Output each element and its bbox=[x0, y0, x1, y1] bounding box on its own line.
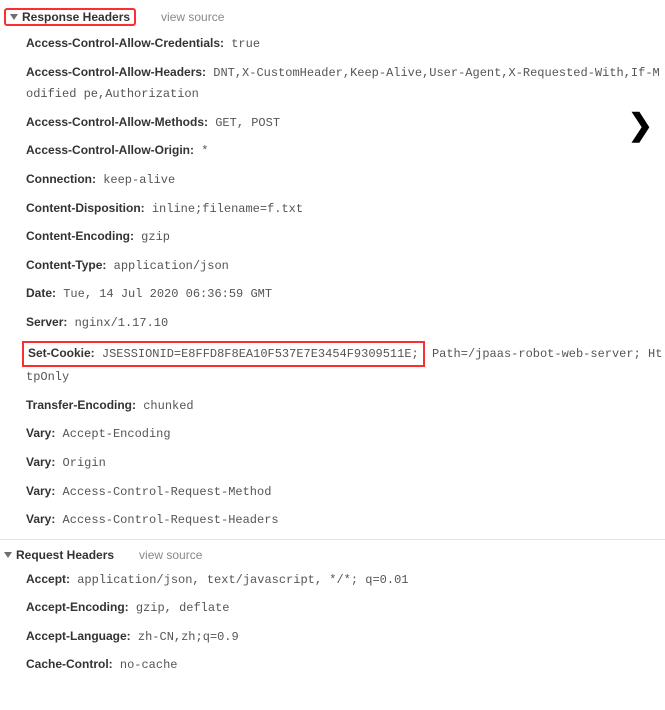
request-headers-header[interactable]: Request Headers view source bbox=[4, 546, 665, 566]
header-key: Server: bbox=[26, 315, 67, 329]
header-line: Server: nginx/1.17.10 bbox=[4, 309, 665, 338]
header-line: Vary: Access-Control-Request-Method bbox=[4, 478, 665, 507]
header-key: Set-Cookie: bbox=[28, 346, 95, 360]
header-value: inline;filename=f.txt bbox=[145, 202, 303, 216]
header-key: Content-Type: bbox=[26, 258, 106, 272]
response-title-highlight: Response Headers bbox=[4, 8, 136, 26]
header-key: Vary: bbox=[26, 426, 55, 440]
header-value: keep-alive bbox=[96, 173, 175, 187]
toggle-icon bbox=[10, 14, 18, 20]
header-key: Accept-Encoding: bbox=[26, 600, 129, 614]
header-key: Connection: bbox=[26, 172, 96, 186]
header-value: Accept-Encoding bbox=[55, 427, 170, 441]
header-value: application/json, text/javascript, */*; … bbox=[70, 573, 408, 587]
header-key: Accept-Language: bbox=[26, 629, 131, 643]
response-headers-header[interactable]: Response Headers view source bbox=[4, 6, 665, 30]
header-key: Access-Control-Allow-Origin: bbox=[26, 143, 194, 157]
view-source-link[interactable]: view source bbox=[139, 548, 202, 562]
header-value: * bbox=[194, 144, 208, 158]
header-value: no-cache bbox=[113, 658, 178, 672]
header-value: application/json bbox=[106, 259, 228, 273]
header-line: Access-Control-Allow-Origin: * bbox=[4, 137, 665, 166]
header-value: Access-Control-Request-Headers bbox=[55, 513, 278, 527]
header-value: zh-CN,zh;q=0.9 bbox=[131, 630, 239, 644]
header-value: gzip, deflate bbox=[129, 601, 230, 615]
header-line: Connection: keep-alive bbox=[4, 166, 665, 195]
header-line: Content-Type: application/json bbox=[4, 252, 665, 281]
header-line: Vary: Accept-Encoding bbox=[4, 420, 665, 449]
response-headers-section: Response Headers view source Access-Cont… bbox=[0, 0, 665, 540]
header-line: Access-Control-Allow-Headers: DNT,X-Cust… bbox=[4, 59, 665, 109]
header-value: gzip bbox=[134, 230, 170, 244]
header-line: Access-Control-Allow-Credentials: true bbox=[4, 30, 665, 59]
request-headers-title: Request Headers bbox=[4, 548, 114, 562]
header-line: Access-Control-Allow-Methods: GET, POST bbox=[4, 109, 665, 138]
header-line: Transfer-Encoding: chunked bbox=[4, 392, 665, 421]
header-key: Vary: bbox=[26, 484, 55, 498]
header-key: Access-Control-Allow-Methods: bbox=[26, 115, 208, 129]
request-headers-title-text: Request Headers bbox=[16, 548, 114, 562]
header-value: JSESSIONID=E8FFD8F8EA10F537E7E3454F93095… bbox=[95, 347, 419, 361]
header-key: Accept: bbox=[26, 572, 70, 586]
toggle-icon bbox=[4, 552, 12, 558]
header-line: Vary: Origin bbox=[4, 449, 665, 478]
header-key: Content-Disposition: bbox=[26, 201, 145, 215]
header-line: Vary: Access-Control-Request-Headers bbox=[4, 506, 665, 535]
header-value: true bbox=[224, 37, 260, 51]
header-key: Vary: bbox=[26, 455, 55, 469]
header-key: Content-Encoding: bbox=[26, 229, 134, 243]
header-line: Accept: application/json, text/javascrip… bbox=[4, 566, 665, 595]
chevron-right-icon[interactable]: ❯ bbox=[628, 108, 653, 143]
header-key: Vary: bbox=[26, 512, 55, 526]
header-value: Access-Control-Request-Method bbox=[55, 485, 271, 499]
header-key: Transfer-Encoding: bbox=[26, 398, 136, 412]
header-key: Cache-Control: bbox=[26, 657, 113, 671]
header-key: Access-Control-Allow-Headers: bbox=[26, 65, 206, 79]
header-line: Set-Cookie: JSESSIONID=E8FFD8F8EA10F537E… bbox=[4, 338, 665, 392]
header-line: Content-Encoding: gzip bbox=[4, 223, 665, 252]
header-line: Accept-Language: zh-CN,zh;q=0.9 bbox=[4, 623, 665, 652]
header-value: Origin bbox=[55, 456, 105, 470]
header-value: GET, POST bbox=[208, 116, 280, 130]
request-headers-section: Request Headers view source Accept: appl… bbox=[0, 540, 665, 710]
set-cookie-highlight: Set-Cookie: JSESSIONID=E8FFD8F8EA10F537E… bbox=[22, 341, 425, 368]
header-line: Cache-Control: no-cache bbox=[4, 651, 665, 680]
header-key: Access-Control-Allow-Credentials: bbox=[26, 36, 224, 50]
header-value: nginx/1.17.10 bbox=[67, 316, 168, 330]
header-line: Date: Tue, 14 Jul 2020 06:36:59 GMT bbox=[4, 280, 665, 309]
header-line: Accept-Encoding: gzip, deflate bbox=[4, 594, 665, 623]
header-line: Content-Disposition: inline;filename=f.t… bbox=[4, 195, 665, 224]
header-key: Date: bbox=[26, 286, 56, 300]
response-headers-title: Response Headers bbox=[22, 10, 130, 24]
view-source-link[interactable]: view source bbox=[161, 10, 224, 24]
header-value: Tue, 14 Jul 2020 06:36:59 GMT bbox=[56, 287, 272, 301]
header-value: chunked bbox=[136, 399, 194, 413]
